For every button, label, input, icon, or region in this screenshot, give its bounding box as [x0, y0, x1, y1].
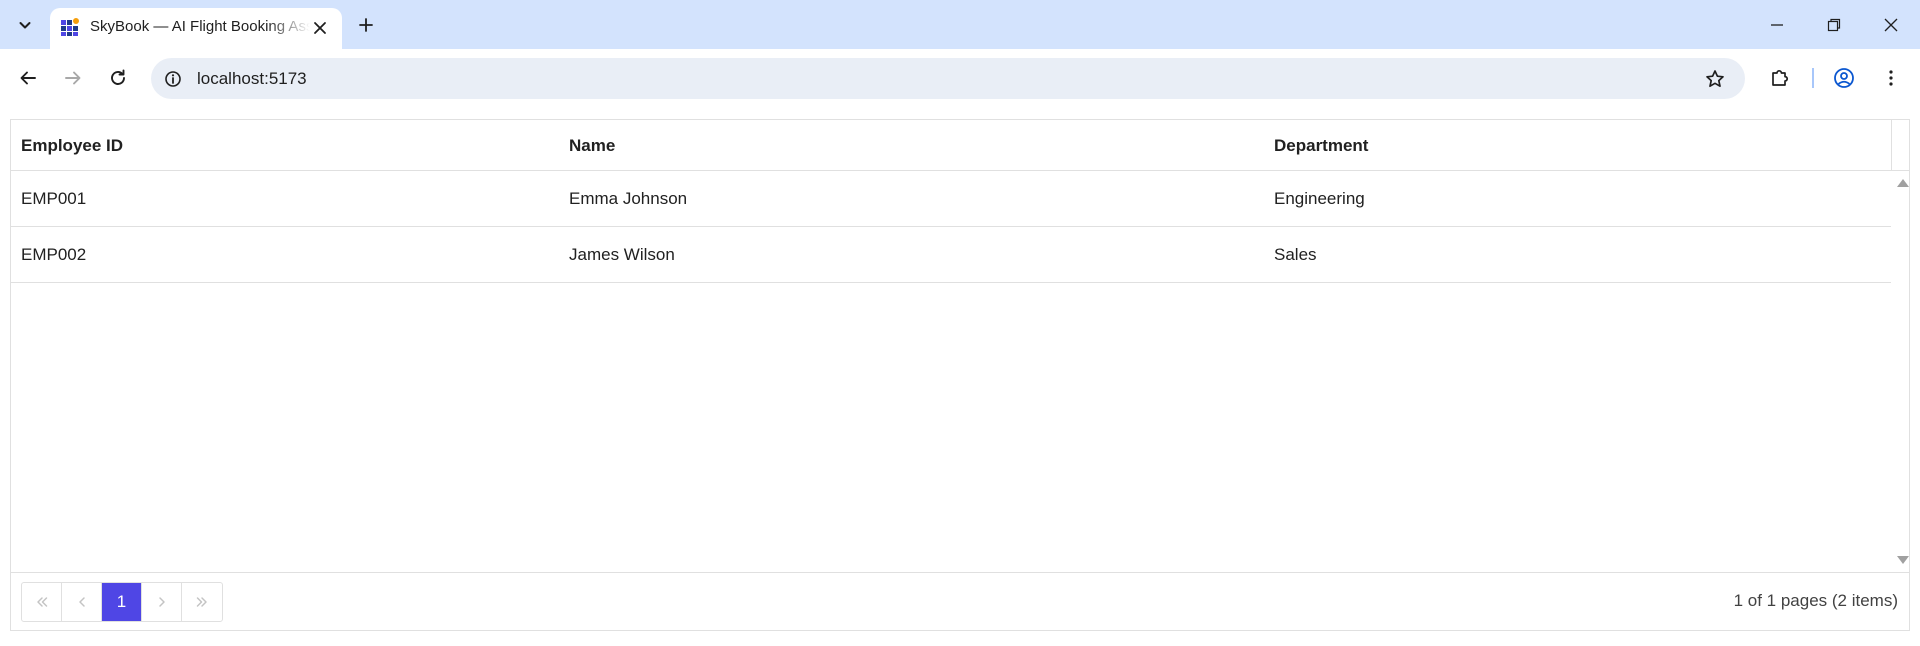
minimize-icon: [1771, 23, 1783, 26]
address-bar[interactable]: localhost:5173: [151, 58, 1745, 99]
reload-icon: [111, 69, 125, 85]
chevron-right-icon: [158, 597, 165, 607]
column-header-department[interactable]: Department: [1274, 136, 1368, 156]
page-content: Employee ID Name Department EMP001 Emma …: [0, 107, 1920, 646]
data-grid: Employee ID Name Department EMP001 Emma …: [10, 119, 1910, 631]
chevron-down-icon: [19, 22, 31, 29]
browser-toolbar: localhost:5173: [0, 49, 1920, 107]
arrow-left-icon: [20, 71, 36, 85]
extensions-button[interactable]: [1762, 60, 1798, 96]
more-vertical-icon: [1889, 70, 1893, 86]
scroll-up-arrow[interactable]: [1897, 179, 1909, 187]
page-button-current[interactable]: 1: [102, 583, 142, 621]
plus-icon: [359, 18, 373, 32]
account-circle-icon: [1834, 68, 1854, 88]
profile-button[interactable]: [1826, 60, 1862, 96]
pager-info-text: 1 of 1 pages (2 items): [1733, 591, 1898, 610]
previous-page-button[interactable]: [62, 583, 102, 621]
tab-close-button[interactable]: [308, 16, 332, 40]
close-icon: [1884, 18, 1898, 31]
toolbar-divider: [1812, 68, 1814, 88]
info-icon: [165, 71, 181, 87]
double-chevron-right-icon: [196, 597, 207, 607]
minimize-button[interactable]: [1748, 0, 1806, 49]
reload-button[interactable]: [100, 60, 136, 96]
browser-tabbar: SkyBook — AI Flight Booking Assistant: [0, 0, 1920, 49]
url-text[interactable]: localhost:5173: [197, 69, 307, 89]
header-scrollbar-spacer: [1891, 120, 1909, 171]
pager-buttons: 1: [21, 582, 223, 622]
browser-tab-active[interactable]: SkyBook — AI Flight Booking Assistant: [50, 8, 342, 49]
cell-department: Sales: [1274, 245, 1317, 264]
close-icon: [314, 22, 326, 34]
column-header-name[interactable]: Name: [569, 136, 615, 156]
tab-search-button[interactable]: [8, 9, 42, 41]
chevron-left-icon: [78, 597, 85, 607]
app-grid-favicon-icon: [61, 18, 79, 36]
next-page-button[interactable]: [142, 583, 182, 621]
arrow-right-icon: [65, 71, 81, 85]
close-window-button[interactable]: [1862, 0, 1920, 49]
double-chevron-left-icon: [36, 597, 47, 607]
star-icon: [1706, 70, 1724, 88]
new-tab-button[interactable]: [350, 9, 382, 41]
scroll-down-arrow[interactable]: [1897, 556, 1909, 564]
bookmark-button[interactable]: [1702, 66, 1728, 92]
cell-department: Engineering: [1274, 189, 1365, 208]
cell-name: Emma Johnson: [569, 189, 688, 208]
site-info-button[interactable]: [161, 67, 185, 91]
forward-button[interactable]: [55, 60, 91, 96]
column-header-employee-id[interactable]: Employee ID: [21, 136, 123, 156]
tab-title: SkyBook — AI Flight Booking Assistant: [90, 18, 310, 35]
cell-employee-id: EMP002: [21, 245, 87, 264]
last-page-button[interactable]: [182, 583, 222, 621]
table-row[interactable]: EMP001 Emma Johnson Engineering: [11, 171, 1891, 227]
table-row[interactable]: EMP002 James Wilson Sales: [11, 227, 1891, 283]
puzzle-icon: [1772, 69, 1789, 86]
restore-icon: [1827, 18, 1841, 31]
cell-employee-id: EMP001: [21, 189, 87, 208]
pager: 1 1 of 1 pages (2 items): [11, 572, 1909, 630]
first-page-button[interactable]: [22, 583, 62, 621]
grid-header-row: Employee ID Name Department: [11, 120, 1891, 171]
back-button[interactable]: [10, 60, 46, 96]
cell-name: James Wilson: [569, 245, 675, 264]
restore-button[interactable]: [1805, 0, 1863, 49]
browser-menu-button[interactable]: [1873, 60, 1909, 96]
